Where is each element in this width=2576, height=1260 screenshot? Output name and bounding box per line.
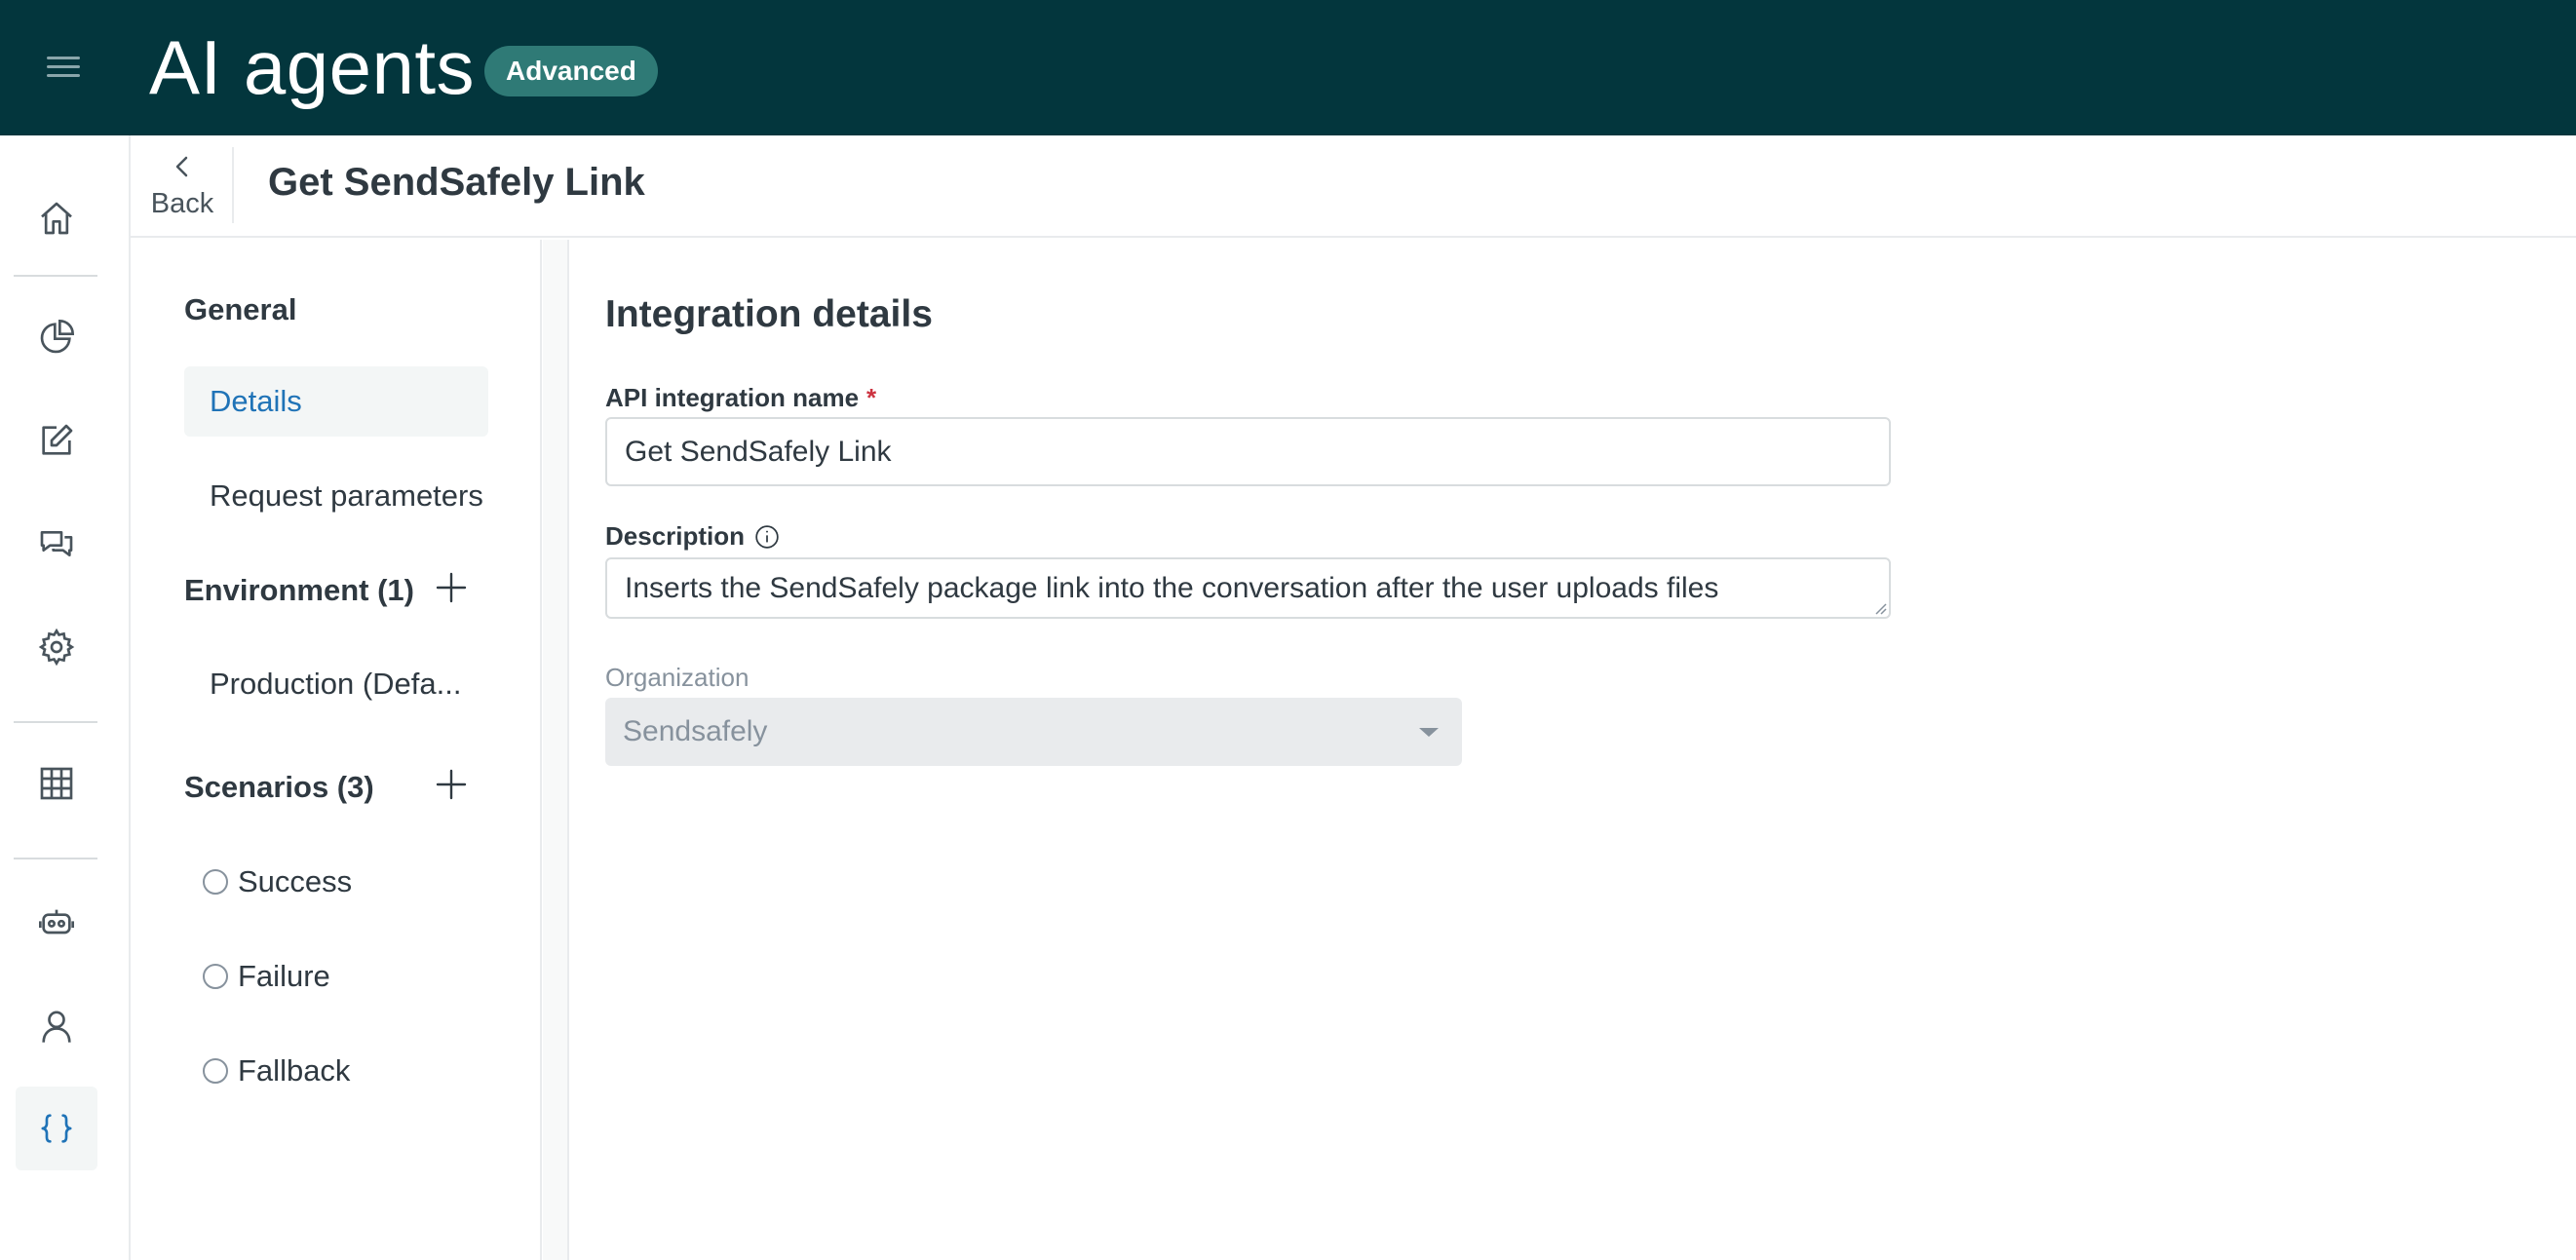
table-grid-icon[interactable] bbox=[16, 742, 97, 825]
main-content: Integration details API integration name… bbox=[571, 240, 2576, 1260]
divider bbox=[232, 147, 234, 223]
nav-heading-environment: Environment (1) bbox=[184, 573, 414, 607]
integration-name-input[interactable] bbox=[605, 417, 1891, 486]
description-textarea[interactable]: Inserts the SendSafely package link into… bbox=[605, 557, 1891, 619]
description-field-label: Description bbox=[605, 521, 780, 552]
icon-rail bbox=[0, 135, 131, 1260]
bot-icon[interactable] bbox=[16, 881, 97, 965]
scenario-label: Fallback bbox=[238, 1053, 351, 1088]
resize-handle-icon[interactable] bbox=[1871, 599, 1887, 615]
radio-circle-icon[interactable] bbox=[203, 964, 228, 989]
nav-heading-general: General bbox=[184, 292, 297, 326]
top-bar: AI agents Advanced bbox=[0, 0, 2576, 135]
nav-heading-scenarios: Scenarios (3) bbox=[184, 770, 374, 804]
info-icon[interactable] bbox=[754, 524, 780, 550]
back-label: Back bbox=[150, 188, 214, 219]
scenario-item-fallback[interactable]: Fallback bbox=[203, 1051, 350, 1090]
braces-icon[interactable] bbox=[16, 1087, 97, 1170]
organization-field-label: Organization bbox=[605, 663, 750, 692]
section-title: Integration details bbox=[605, 293, 933, 335]
nav-item-production[interactable]: Production (Defa... bbox=[184, 649, 488, 719]
chevron-down-icon bbox=[1419, 728, 1439, 737]
conversations-icon[interactable] bbox=[16, 502, 97, 586]
page-title: Get SendSafely Link bbox=[268, 161, 645, 204]
edit-icon[interactable] bbox=[16, 399, 97, 482]
menu-icon[interactable] bbox=[47, 57, 80, 78]
scenario-item-success[interactable]: Success bbox=[203, 862, 352, 901]
panel-resize-gutter[interactable] bbox=[543, 240, 569, 1260]
plan-badge: Advanced bbox=[484, 46, 658, 96]
page-header: Back Get SendSafely Link bbox=[131, 135, 2576, 238]
app-title: AI agents bbox=[149, 24, 476, 110]
description-text: Inserts the SendSafely package link into… bbox=[625, 572, 1719, 604]
required-mark: * bbox=[866, 383, 877, 412]
chevron-left-icon bbox=[175, 156, 188, 177]
scenario-item-failure[interactable]: Failure bbox=[203, 957, 330, 996]
scenario-label: Success bbox=[238, 864, 353, 898]
name-field-label: API integration name * bbox=[605, 383, 876, 413]
name-label-text: API integration name bbox=[605, 383, 860, 412]
nav-item-details[interactable]: Details bbox=[184, 366, 488, 437]
back-button[interactable]: Back bbox=[131, 135, 234, 238]
settings-gear-icon[interactable] bbox=[16, 605, 97, 689]
organization-select: Sendsafely bbox=[605, 698, 1462, 766]
secondary-nav: General Details Request parameters Envir… bbox=[131, 240, 542, 1260]
nav-item-request-parameters[interactable]: Request parameters bbox=[184, 461, 488, 531]
user-icon[interactable] bbox=[16, 984, 97, 1068]
radio-circle-icon[interactable] bbox=[203, 1058, 228, 1084]
reports-pie-icon[interactable] bbox=[16, 295, 97, 379]
radio-circle-icon[interactable] bbox=[203, 869, 228, 895]
add-scenario-icon[interactable] bbox=[435, 768, 468, 801]
scenario-label: Failure bbox=[238, 959, 330, 993]
description-label-text: Description bbox=[605, 521, 746, 551]
organization-value: Sendsafely bbox=[623, 715, 768, 747]
home-icon[interactable] bbox=[16, 176, 97, 260]
add-environment-icon[interactable] bbox=[435, 571, 468, 604]
